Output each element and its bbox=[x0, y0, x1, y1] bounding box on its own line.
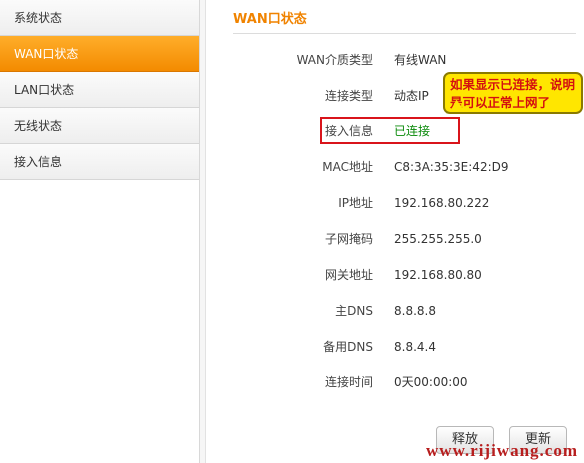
info-row-gateway: 网关地址 192.168.80.80 bbox=[207, 265, 584, 285]
site-watermark: www.rijiwang.com bbox=[426, 441, 578, 460]
info-label: 连接时间 bbox=[324, 375, 373, 389]
panel-divider bbox=[200, 0, 206, 463]
info-row-primary-dns: 主DNS 8.8.8.8 bbox=[207, 301, 584, 321]
info-value: 有线WAN bbox=[394, 53, 447, 67]
info-label: WAN介质类型 bbox=[296, 53, 373, 67]
info-row-wan-medium: WAN介质类型 有线WAN bbox=[207, 50, 584, 70]
info-label: 连接类型 bbox=[324, 89, 373, 103]
info-row-ip: IP地址 192.168.80.222 bbox=[207, 193, 584, 213]
sidebar: 系统状态 WAN口状态 LAN口状态 无线状态 接入信息 bbox=[0, 0, 200, 463]
main-panel: WAN口状态 WAN介质类型 有线WAN 连接类型 动态IP 接入信息 已连接 … bbox=[207, 0, 584, 463]
info-row-secondary-dns: 备用DNS 8.8.4.4 bbox=[207, 337, 584, 357]
info-row-mac: MAC地址 C8:3A:35:3E:42:D9 bbox=[207, 157, 584, 177]
info-value: 192.168.80.222 bbox=[394, 196, 490, 210]
sidebar-item-system-status[interactable]: 系统状态 bbox=[0, 0, 199, 36]
title-divider bbox=[233, 33, 576, 34]
info-label: MAC地址 bbox=[322, 160, 373, 174]
info-label: 备用DNS bbox=[323, 340, 373, 354]
sidebar-item-wireless-status[interactable]: 无线状态 bbox=[0, 108, 199, 144]
info-label: IP地址 bbox=[338, 196, 373, 210]
annotation-callout: 如果显示已连接，说明是可以正常上网了 bbox=[443, 72, 583, 114]
info-value: C8:3A:35:3E:42:D9 bbox=[394, 160, 509, 174]
info-label: 主DNS bbox=[335, 304, 373, 318]
info-value: 动态IP bbox=[394, 89, 429, 103]
info-row-subnet-mask: 子网掩码 255.255.255.0 bbox=[207, 229, 584, 249]
access-info-highlight bbox=[320, 117, 460, 144]
page-title: WAN口状态 bbox=[233, 12, 307, 27]
info-value: 0天00:00:00 bbox=[394, 375, 468, 389]
info-value: 192.168.80.80 bbox=[394, 268, 482, 282]
info-label: 子网掩码 bbox=[324, 232, 373, 246]
sidebar-item-wan-status[interactable]: WAN口状态 bbox=[0, 36, 199, 72]
sidebar-item-lan-status[interactable]: LAN口状态 bbox=[0, 72, 199, 108]
info-row-connection-time: 连接时间 0天00:00:00 bbox=[207, 372, 584, 392]
info-value: 8.8.8.8 bbox=[394, 304, 436, 318]
info-label: 网关地址 bbox=[324, 268, 373, 282]
info-value: 255.255.255.0 bbox=[394, 232, 482, 246]
sidebar-item-access-info[interactable]: 接入信息 bbox=[0, 144, 199, 180]
info-value: 8.8.4.4 bbox=[394, 340, 436, 354]
